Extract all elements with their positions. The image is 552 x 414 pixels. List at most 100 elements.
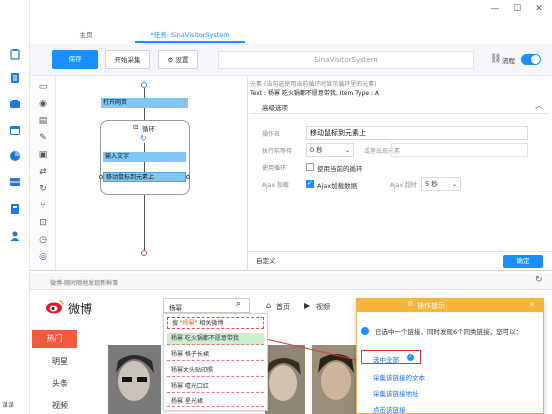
loop-collapse-icon[interactable]: ⊟ (133, 123, 138, 131)
click-link-option[interactable]: 点击该链接 (373, 404, 406, 414)
settings-label: 设置 (175, 56, 189, 64)
advanced-options-title: 高级选项 (262, 104, 288, 112)
close-icon[interactable]: ✕ (529, 301, 535, 309)
cloud-icon[interactable] (9, 98, 21, 110)
click-tool-icon[interactable]: ◉ (37, 98, 49, 110)
ok-button[interactable]: 确定 (503, 255, 543, 268)
minimize-button[interactable]: — (488, 4, 502, 14)
gear-icon: ⚙ (167, 56, 174, 64)
ajax-timeout-value: 5 秒 (425, 180, 438, 188)
collect-link-address-option[interactable]: 采集该链接地址 (373, 388, 419, 398)
ajax-check-label: Ajax加载数据 (317, 182, 358, 190)
popover-info-text: 已选中一个链接，同时发现6个同类链接，您可以： (375, 328, 523, 336)
pie-chart-icon[interactable] (9, 150, 21, 162)
element-hint: 元素 (当勾选使用当前循环时显示循环里的元素) (250, 81, 377, 88)
category-item[interactable]: 视频 (52, 400, 68, 412)
loop-tool-icon[interactable]: ↻ (37, 183, 49, 195)
maximize-button[interactable]: ☐ (510, 4, 524, 14)
suggestion-item[interactable]: 杨幂大头贴印照 (167, 365, 264, 377)
extract-tool-icon[interactable]: ▤ (37, 115, 49, 127)
feed-photo-2[interactable] (265, 345, 305, 414)
custom-button[interactable]: 自定义 (256, 255, 286, 267)
category-item[interactable]: 明星 (52, 356, 68, 367)
feed-photo-1[interactable] (108, 345, 161, 414)
flow-icon: ⛓ (490, 54, 502, 64)
advanced-options-header[interactable]: 高级选项 ︿ (250, 99, 548, 114)
wait-element-input[interactable] (391, 143, 528, 157)
address-text: 微博-随时随地发现新鲜事 (50, 280, 119, 287)
calendar-icon[interactable] (9, 124, 21, 136)
weibo-nav-home[interactable]: 首页 (276, 302, 290, 312)
user-icon[interactable] (9, 230, 21, 242)
suggestion-item[interactable]: 搜 "杨幂" 相关微博 (167, 317, 264, 329)
toolbar: 保存 开始采集 ⚙ 设置 SinaVisitorSystem ⛓ 流程 (30, 44, 552, 76)
sidebar-bottom-text: 谋谋 (2, 402, 15, 409)
suggestion-prefix: 搜 " (172, 320, 183, 327)
popover-header: ⚙ 操作提示 ✕ (357, 299, 543, 312)
switch-tool-icon[interactable]: ⇄ (37, 166, 49, 178)
start-collect-button[interactable]: 开始采集 (105, 50, 150, 69)
open-page-tool-icon[interactable]: ▭ (37, 81, 49, 93)
properties-panel: 元素 (当勾选使用当前循环时显示循环里的元素) Text : 杨幂 吃火锅都不愿… (248, 77, 552, 270)
suggestion-item[interactable]: 杨幂 格子长裙 (167, 349, 264, 361)
video-icon: ▶ (304, 301, 311, 310)
clipboard-icon[interactable] (9, 48, 21, 60)
branch-tool-icon[interactable]: ⑂ (37, 200, 49, 212)
weibo-category-sidebar: 热门 明星 头条 视频 (32, 330, 77, 414)
node-input-text[interactable]: 输入文字 (103, 152, 186, 162)
grid-icon[interactable] (9, 176, 21, 188)
suggestion-item[interactable]: 杨幂 吃火锅都不愿意带我 (167, 333, 264, 345)
wait-tool-icon[interactable]: ◷ (37, 234, 49, 246)
flow-toggle[interactable] (521, 54, 541, 65)
settings-button[interactable]: ⚙ 设置 (158, 50, 198, 69)
flow-connector (144, 195, 145, 250)
end-tool-icon[interactable]: ◎ (37, 251, 49, 263)
node-handle-right[interactable] (186, 175, 190, 179)
info-icon (361, 327, 369, 335)
weibo-nav-video[interactable]: 视频 (316, 302, 330, 312)
close-window-button[interactable]: ✕ (532, 4, 546, 14)
gear-icon: ⚙ (407, 300, 414, 308)
chevron-up-icon[interactable]: ︿ (535, 100, 543, 111)
list-icon[interactable] (9, 72, 21, 84)
node-loop-label: 循环 (142, 125, 155, 133)
flow-connector (144, 162, 145, 172)
address-bar[interactable]: 微博-随时随地发现新鲜事 ↻ (30, 273, 552, 290)
refresh-icon[interactable]: ↻ (535, 275, 543, 285)
category-item[interactable]: 头条 (52, 378, 68, 389)
suggestion-item[interactable]: 杨幂 星光裙 (167, 397, 264, 407)
tab-task[interactable]: *任务: SinaVisitorSystem (135, 27, 245, 43)
node-handle-left[interactable] (99, 175, 103, 179)
search-icon[interactable]: ⌕ (236, 299, 241, 309)
node-move-mouse[interactable]: 移动鼠标到元素上 (103, 172, 186, 182)
node-open-page[interactable]: 打开网页 (101, 98, 188, 108)
ajax-timeout-select[interactable]: 5 秒 ⌄ (421, 177, 461, 191)
wait-label: 执行前等待 (262, 148, 293, 155)
save-button[interactable]: 保存 (52, 50, 98, 69)
window-titlebar: — ☐ ✕ 主页 *任务: SinaVisitorSystem (0, 0, 552, 44)
input-tool-icon[interactable]: ✎ (37, 132, 49, 144)
book-icon[interactable] (9, 203, 21, 215)
select-all-link[interactable]: 选中全部 (373, 354, 399, 364)
task-name-display[interactable]: SinaVisitorSystem (218, 51, 474, 69)
op-name-input[interactable]: 移动鼠标到元素上 (306, 126, 528, 140)
suggestion-hit: 杨幂 (182, 320, 195, 327)
collect-link-text-option[interactable]: 采集该链接的文本 (373, 372, 425, 382)
tab-home[interactable]: 主页 (66, 27, 106, 43)
element-text-info: Text : 杨幂 吃火锅都不愿意带我, Item Type : A (250, 90, 379, 97)
ajax-checkbox[interactable] (306, 179, 314, 188)
ajax-timeout-label: Ajax 超时 (390, 182, 417, 189)
ajax-label: Ajax 加载 (262, 182, 289, 189)
app-sidebar: 谋谋 (0, 0, 30, 414)
flow-end-node (141, 250, 147, 256)
captcha-tool-icon[interactable]: ▣ (37, 149, 49, 161)
suggestion-item[interactable]: 杨幂 嘻光口红 (167, 381, 264, 393)
mouse-tool-icon[interactable]: ⊡ (37, 217, 49, 229)
suggestion-suffix: " 相关微博 (194, 320, 224, 327)
hot-tab[interactable]: 热门 (32, 330, 77, 348)
wait-seconds-select[interactable]: 0 秒 ⌄ (306, 143, 354, 157)
weibo-logo-text: 微博 (68, 302, 93, 316)
weibo-logo[interactable] (45, 299, 65, 314)
check-circle-icon: ✓ (407, 354, 414, 361)
use-current-loop-checkbox[interactable] (306, 163, 314, 171)
